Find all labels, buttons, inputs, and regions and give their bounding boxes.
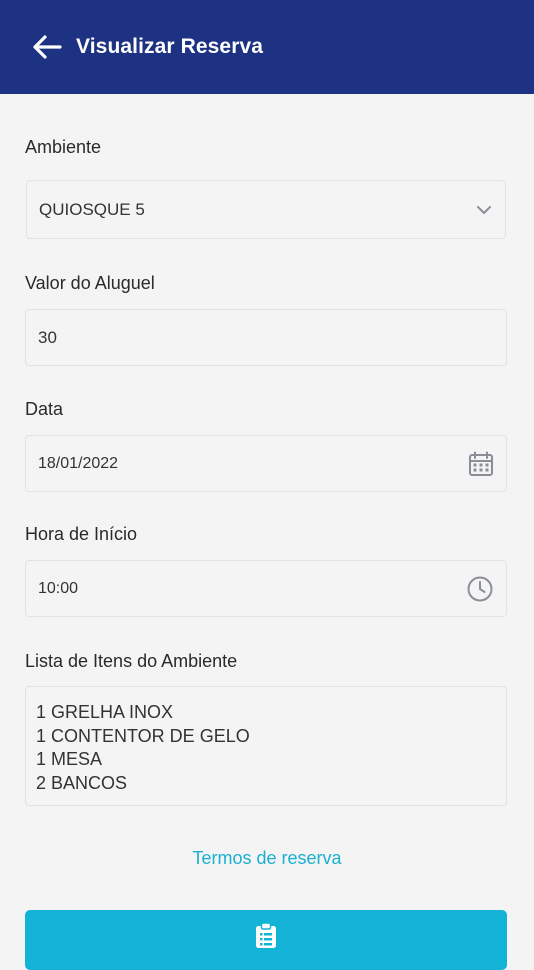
action-button[interactable] (25, 910, 507, 970)
clock-icon[interactable] (466, 575, 494, 603)
valor-field[interactable]: 30 (25, 309, 507, 366)
ambiente-value: QUIOSQUE 5 (39, 199, 145, 219)
ambiente-label: Ambiente (25, 137, 102, 157)
data-label: Data (25, 399, 64, 419)
calendar-icon[interactable] (468, 451, 494, 477)
date-field[interactable]: 18/01/2022 (25, 435, 507, 492)
itens-label: Lista de Itens do Ambiente (25, 651, 238, 671)
clipboard-list-icon (256, 922, 276, 948)
arrow-left-icon (33, 35, 62, 59)
chevron-down-icon (475, 204, 493, 216)
item-line: 1 MESA (36, 749, 103, 769)
valor-value: 30 (38, 327, 57, 347)
item-line: 1 GRELHA INOX (36, 702, 174, 722)
valor-label: Valor do Aluguel (25, 273, 155, 293)
item-line: 2 BANCOS (36, 772, 128, 793)
itens-textarea[interactable]: 1 GRELHA INOX 1 CONTENTOR DE GELO 1 MESA… (25, 686, 507, 806)
back-button[interactable] (30, 30, 64, 64)
time-value: 10:00 (38, 579, 79, 597)
page-title: Visualizar Reserva (76, 35, 264, 58)
terms-link[interactable]: Termos de reserva (0, 848, 534, 869)
ambiente-select[interactable]: QUIOSQUE 5 (26, 180, 506, 239)
time-field[interactable]: 10:00 (25, 560, 507, 617)
hora-label: Hora de Início (25, 524, 138, 544)
item-line: 1 CONTENTOR DE GELO (36, 725, 250, 746)
app-bar: Visualizar Reserva (0, 0, 534, 94)
date-value: 18/01/2022 (38, 454, 119, 472)
